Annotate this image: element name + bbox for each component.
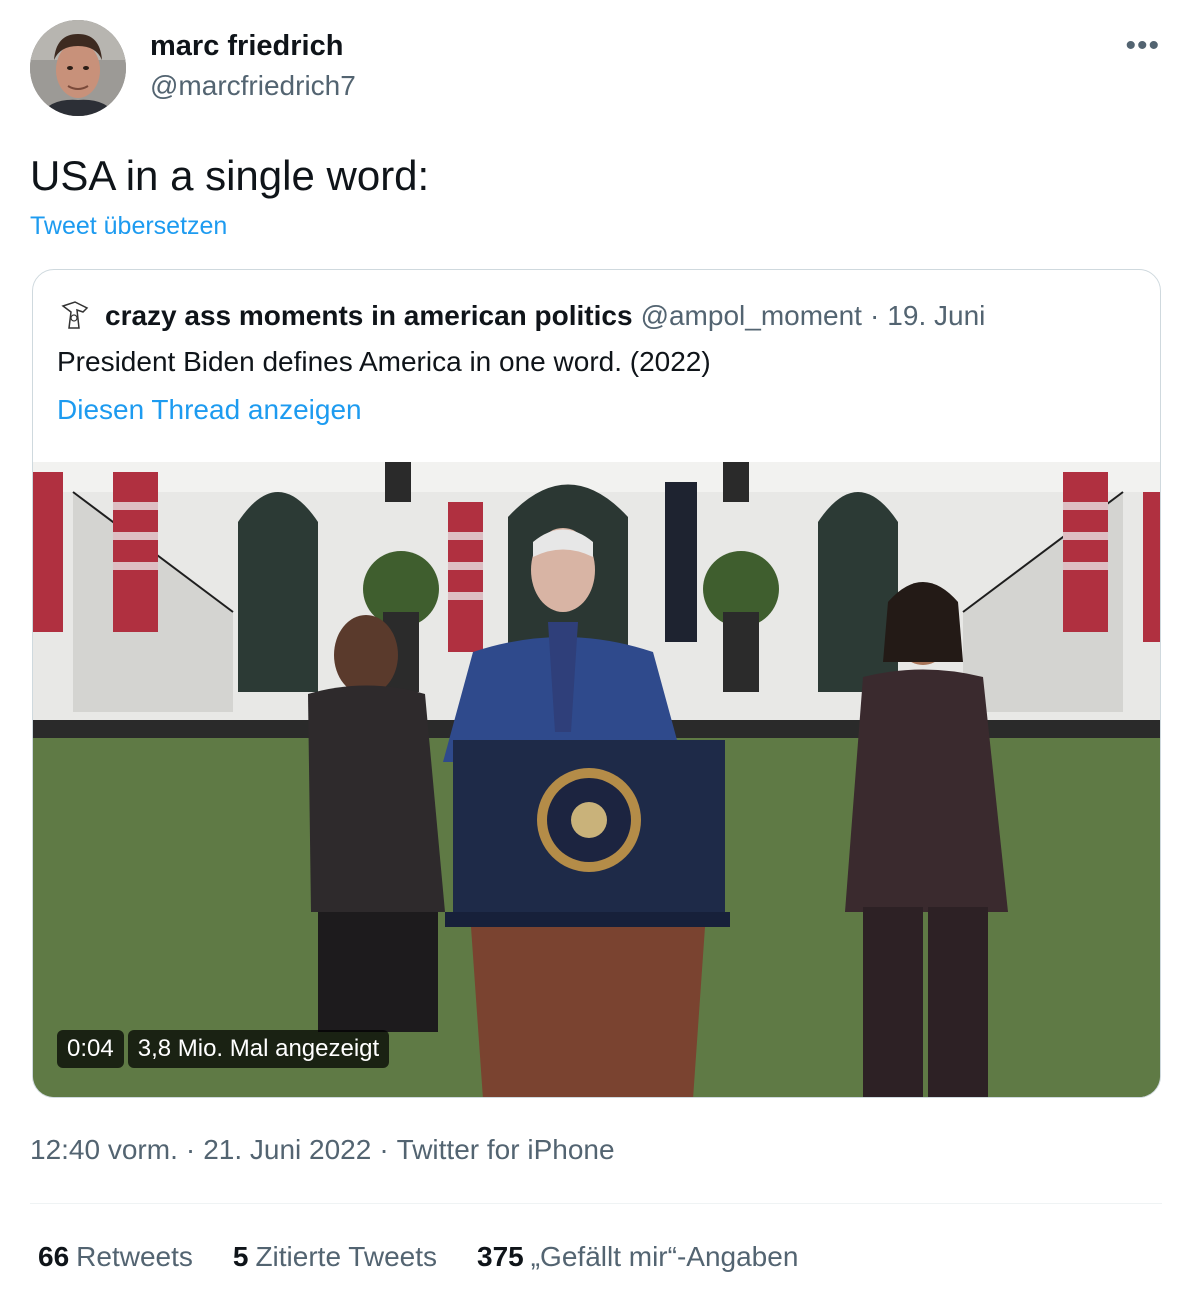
retweets-count: 66 (38, 1241, 70, 1272)
author-handle[interactable]: @marcfriedrich7 (150, 70, 356, 102)
quoted-tweet-header: crazy ass moments in american politics @… (57, 298, 985, 334)
video-duration: 0:04 (57, 1030, 124, 1068)
separator-dot: · (379, 1134, 389, 1165)
more-icon[interactable]: ••• (1125, 31, 1160, 61)
tweet-time[interactable]: 12:40 vorm. (30, 1134, 178, 1165)
quoted-tweet-text: President Biden defines America in one w… (57, 346, 711, 377)
likes-count: 375 (477, 1241, 524, 1272)
quoted-author-name[interactable]: crazy ass moments in american politics (105, 300, 633, 332)
engagement-stats: 66 Retweets 5 Zitierte Tweets 375 „Gefällt … (38, 1241, 798, 1273)
video-view-count: 3,8 Mio. Mal angezeigt (127, 1030, 390, 1068)
tweet-date[interactable]: 21. Juni 2022 (203, 1134, 371, 1165)
quote-tweets-count: 5 (232, 1241, 249, 1272)
author-avatar[interactable] (30, 20, 126, 116)
separator-dot: · (869, 300, 880, 331)
quoted-tweet-card[interactable]: crazy ass moments in american politics @… (32, 269, 1161, 1098)
likes-stat[interactable]: 375 „Gefällt mir“-Angaben (477, 1241, 798, 1273)
quoted-tweet-date[interactable]: 19. Juni (887, 300, 985, 332)
video-badges: 0:04 3,8 Mio. Mal angezeigt (57, 1030, 390, 1068)
quote-tweets-label: Zitierte Tweets (255, 1241, 438, 1272)
video-frame (33, 462, 1160, 1097)
show-thread-link[interactable]: Diesen Thread anzeigen (57, 394, 362, 426)
divider (30, 1203, 1162, 1204)
retweets-stat[interactable]: 66 Retweets (38, 1241, 193, 1273)
likes-label: „Gefällt mir“-Angaben (530, 1241, 799, 1272)
tweet-meta: 12:40 vorm. · 21. Juni 2022 · Twitter for iP… (30, 1134, 615, 1166)
tweet-source[interactable]: Twitter for iPhone (397, 1134, 615, 1165)
quoted-author-handle: @ampol_moment (640, 300, 862, 331)
quoted-author-avatar[interactable] (57, 298, 93, 334)
tweet-text: USA in a single word: (30, 152, 430, 199)
separator-dot: · (185, 1134, 196, 1165)
quote-tweets-stat[interactable]: 5 Zitierte Tweets (233, 1241, 437, 1273)
retweets-label: Retweets (76, 1241, 193, 1272)
video-player[interactable]: 0:04 3,8 Mio. Mal angezeigt (33, 462, 1160, 1097)
translate-tweet-link[interactable]: Tweet übersetzen (30, 212, 227, 241)
author-name[interactable]: marc friedrich (150, 30, 343, 63)
